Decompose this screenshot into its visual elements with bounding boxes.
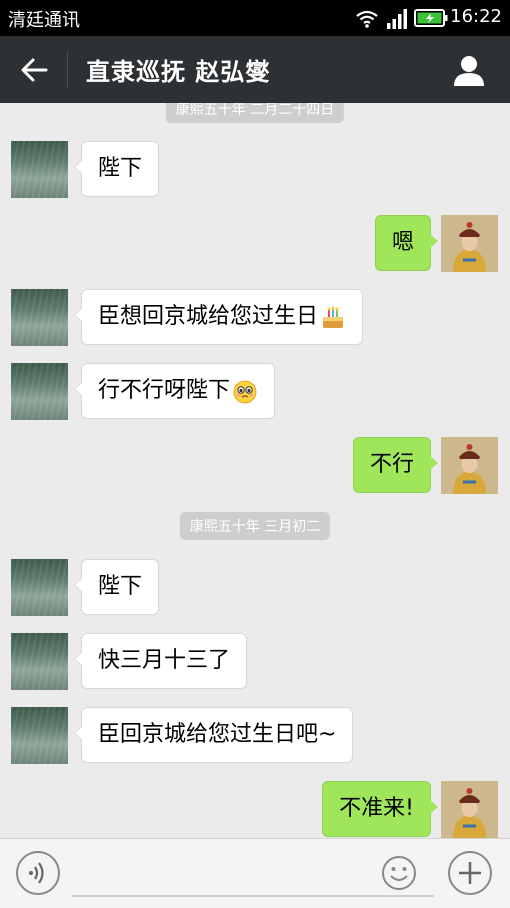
message-text: 不准来!: [339, 796, 414, 821]
pleading-face-icon: [233, 380, 257, 404]
contact-avatar[interactable]: [11, 289, 68, 346]
message-text: 臣回京城给您过生日吧~: [98, 722, 337, 747]
message-input[interactable]: [72, 853, 434, 897]
header-divider: [67, 52, 68, 88]
contact-avatar[interactable]: [11, 559, 68, 616]
voice-wave-icon: [29, 862, 44, 884]
outgoing-message[interactable]: 嗯: [374, 215, 439, 271]
incoming-message[interactable]: 快三月十三了: [73, 633, 248, 689]
clock: 16:22: [450, 6, 502, 27]
message-list[interactable]: 康熙五十年 二月二十四日 陛下 嗯 臣想回京城给您过生日 行不行呀陛下 不行 康…: [0, 103, 510, 838]
contact-avatar[interactable]: [11, 707, 68, 764]
voice-input-button[interactable]: [16, 851, 60, 895]
signal-icon: [387, 9, 407, 29]
incoming-message[interactable]: 臣回京城给您过生日吧~: [73, 707, 354, 763]
battery-charging-icon: [414, 9, 448, 27]
contact-avatar[interactable]: [11, 633, 68, 690]
message-text: 臣想回京城给您过生日: [98, 304, 319, 329]
message-text: 不行: [369, 452, 414, 477]
emperor-portrait-icon: [441, 215, 498, 272]
composer-bar: [0, 838, 510, 908]
cake-icon: [323, 306, 344, 328]
user-avatar[interactable]: [441, 781, 498, 838]
incoming-message[interactable]: 陛下: [73, 141, 160, 197]
carrier-name: 清廷通讯: [8, 10, 80, 31]
user-avatar[interactable]: [441, 437, 498, 494]
plus-icon: [459, 862, 481, 884]
emperor-portrait-icon: [441, 781, 498, 838]
outgoing-message[interactable]: 不行: [352, 437, 439, 493]
message-text: 嗯: [391, 230, 414, 255]
back-arrow-icon[interactable]: [20, 56, 48, 84]
message-text: 快三月十三了: [98, 648, 231, 673]
user-avatar[interactable]: [441, 215, 498, 272]
incoming-message[interactable]: 行不行呀陛下: [73, 363, 276, 419]
wifi-icon: [356, 10, 378, 28]
emperor-portrait-icon: [441, 437, 498, 494]
emoji-button-icon[interactable]: [381, 855, 417, 891]
message-text: 陛下: [98, 156, 143, 181]
status-bar: 清廷通讯 16:22: [0, 0, 510, 36]
date-separator: 康熙五十年 三月初二: [179, 512, 331, 540]
message-text: 行不行呀陛下: [98, 378, 231, 403]
contact-avatar[interactable]: [11, 141, 68, 198]
outgoing-message[interactable]: 不准来!: [322, 781, 438, 837]
incoming-message[interactable]: 臣想回京城给您过生日: [73, 289, 364, 345]
incoming-message[interactable]: 陛下: [73, 559, 160, 615]
more-options-button[interactable]: [448, 851, 492, 895]
chat-header: 直隶巡抚 赵弘燮: [0, 36, 510, 103]
contact-profile-icon[interactable]: [452, 53, 486, 87]
date-separator: 康熙五十年 二月二十四日: [165, 103, 345, 123]
chat-title: 直隶巡抚 赵弘燮: [86, 58, 271, 86]
contact-avatar[interactable]: [11, 363, 68, 420]
message-text: 陛下: [98, 574, 143, 599]
